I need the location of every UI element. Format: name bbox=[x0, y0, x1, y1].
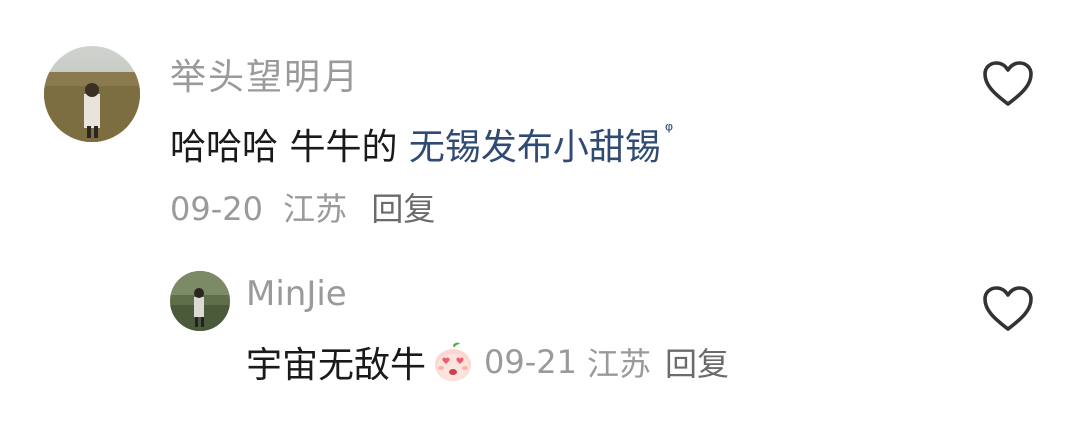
reply-button[interactable]: 回复 bbox=[371, 184, 435, 230]
avatar[interactable] bbox=[44, 46, 140, 142]
comment-date: 09-20 bbox=[170, 190, 263, 228]
like-button[interactable] bbox=[982, 285, 1034, 333]
comment-date: 09-21 bbox=[484, 343, 577, 381]
search-icon[interactable]: ᵠ bbox=[665, 118, 673, 142]
comment-text-prefix: 哈哈哈 牛牛的 bbox=[170, 127, 409, 168]
username[interactable]: MinJie bbox=[246, 274, 347, 314]
comment-location: 江苏 bbox=[587, 345, 652, 383]
comment-location: 江苏 bbox=[283, 190, 348, 228]
avatar[interactable] bbox=[170, 271, 230, 331]
comment-text: 宇宙无敌牛 09-21 江苏 回复 bbox=[246, 336, 729, 388]
comment-text: 哈哈哈 牛牛的 无锡发布小甜锡 ᵠ bbox=[170, 118, 673, 170]
reply-button[interactable]: 回复 bbox=[665, 345, 729, 383]
heart-icon bbox=[983, 61, 1033, 106]
heart-icon bbox=[983, 286, 1033, 331]
mention-link[interactable]: 无锡发布小甜锡 bbox=[409, 127, 661, 168]
username[interactable]: 举头望明月 bbox=[170, 48, 360, 100]
heart-eyes-peach-emoji-icon bbox=[432, 341, 474, 383]
comment-meta: 09-20 江苏 回复 bbox=[170, 184, 435, 230]
like-button[interactable] bbox=[982, 60, 1034, 108]
comment-text-body: 宇宙无敌牛 bbox=[246, 345, 427, 386]
